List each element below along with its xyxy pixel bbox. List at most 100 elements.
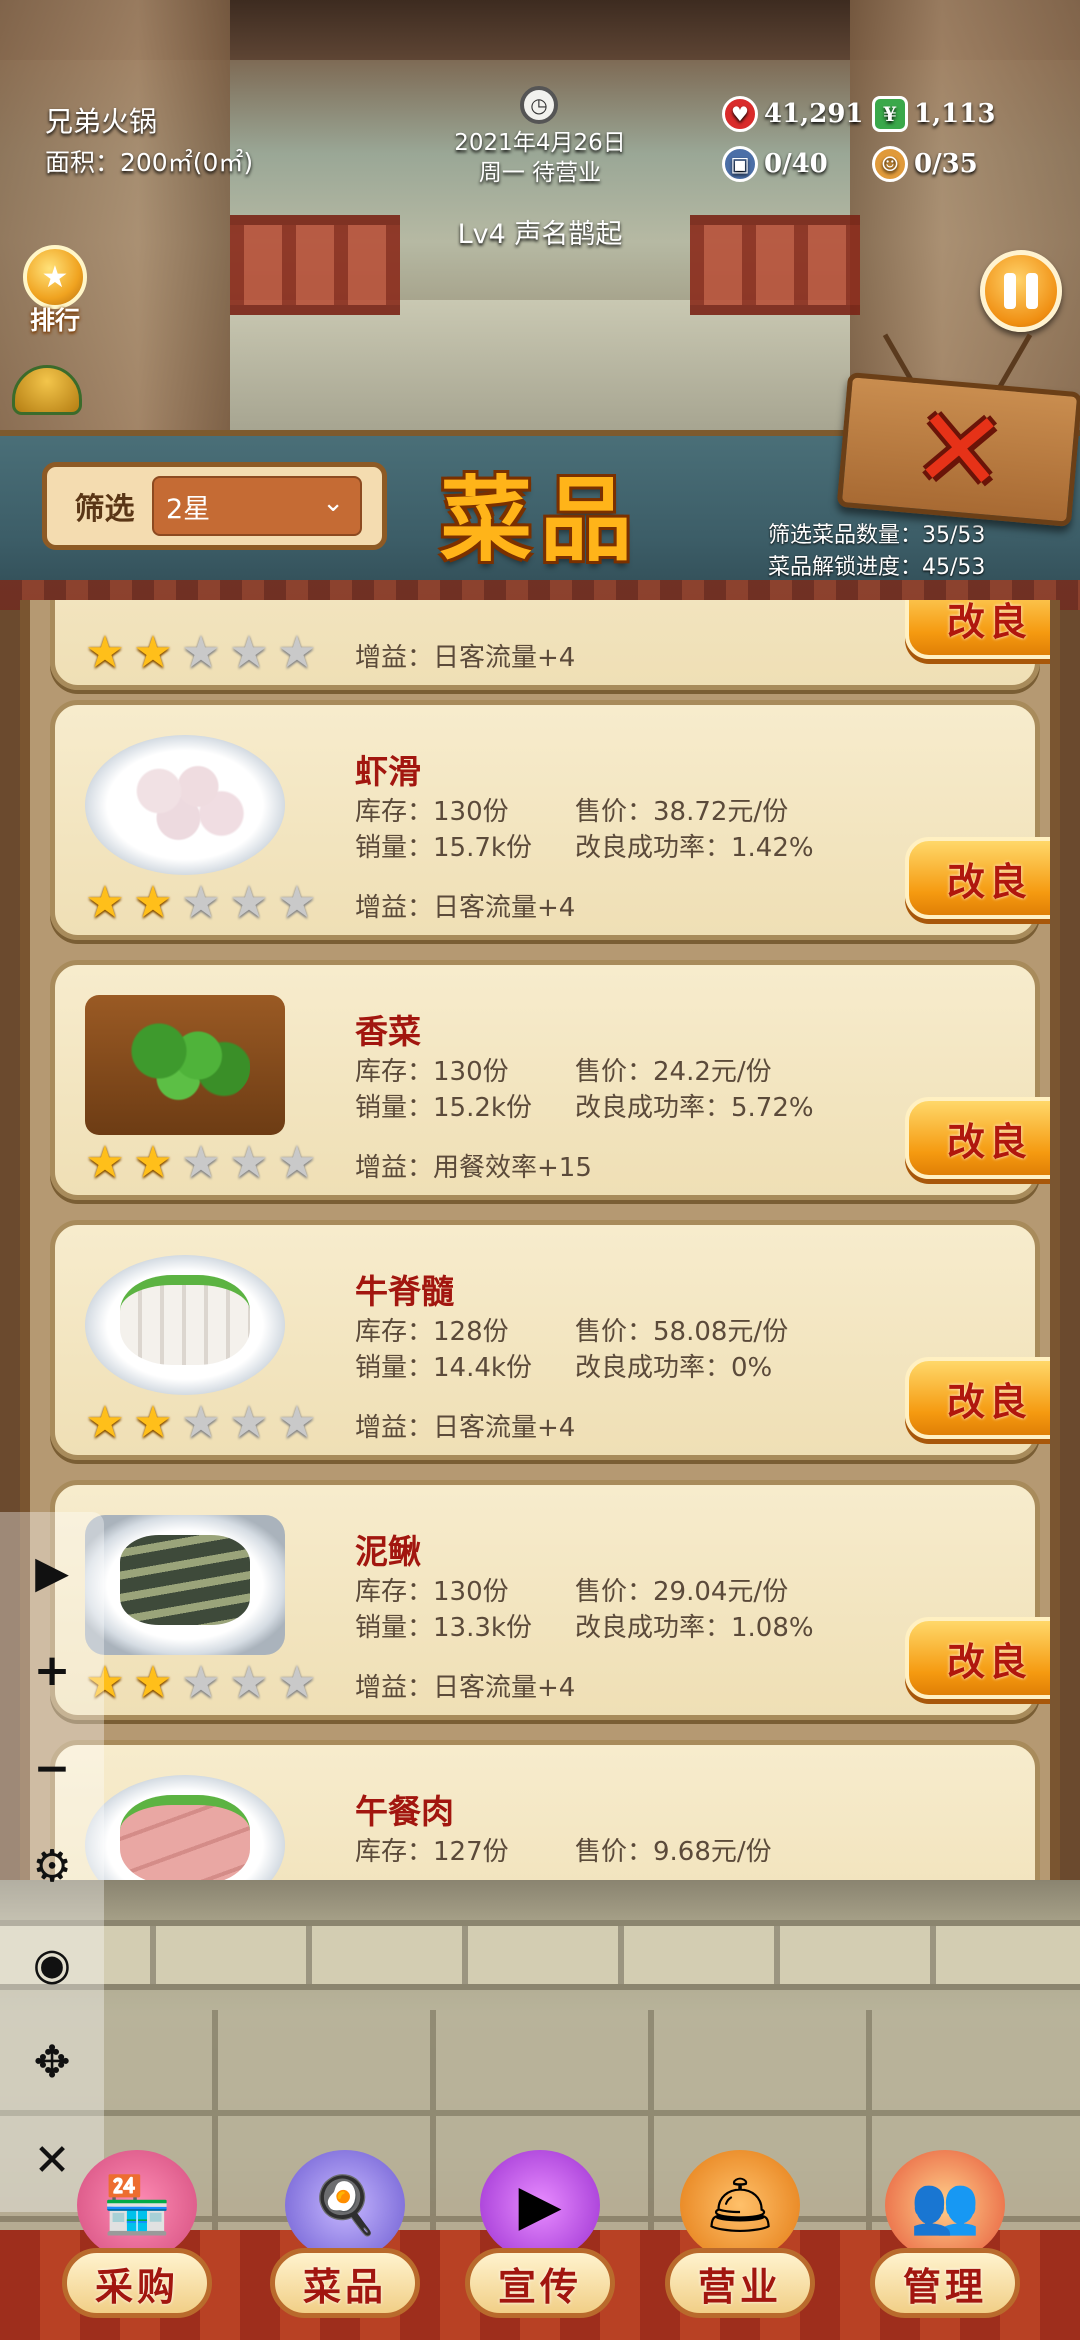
luncheon-meat-slices [120,1795,250,1880]
cash-value: 1,113 [914,99,996,129]
improve-button[interactable]: 改良 [905,1357,1050,1439]
star-filled-icon: ★ [133,1657,173,1708]
star-filter-select[interactable]: 2星 ⌄ [152,476,362,536]
dish-stock: 库存：128份 [355,1317,509,1347]
improve-rate: 改良成功率：0% [575,1353,773,1383]
storage-counter[interactable]: ▣ 0/40 [722,146,828,182]
improve-button[interactable]: 改良 [905,1097,1050,1179]
star-empty-icon: ★ [229,627,269,678]
star-empty-icon: ★ [181,1397,221,1448]
improve-button[interactable]: 改良 [905,600,1050,659]
nav-purchase[interactable]: 🏪 采购 [62,2150,212,2320]
ranking-button[interactable]: ★ 排行 [15,245,95,340]
dish-bonus: 增益：用餐效率+15 [355,1153,592,1183]
star-empty-icon: ★ [229,877,269,928]
pause-icon [1004,273,1016,309]
star-filled-icon: ★ [133,1397,173,1448]
plus-icon[interactable]: + [22,1640,82,1700]
star-empty-icon: ★ [181,627,221,678]
cash-counter[interactable]: ¥ 1,113 [872,96,995,132]
dish-list[interactable]: ★ ★ ★ ★ ★ 增益：日客流量+4 改良 ★ ★ ★ ★ ★ 虾滑 库存：1… [20,600,1060,1880]
hearts-counter[interactable]: ♥ 41,291 [722,96,864,132]
dish-price: 售价：9.68元/份 [575,1837,772,1867]
dish-price: 售价：24.2元/份 [575,1057,772,1087]
star-empty-icon: ★ [277,877,317,928]
dish-name: 香菜 [355,1012,421,1051]
storage-box-icon: ▣ [722,146,758,182]
dish-icon: 🍳 [285,2150,405,2260]
dish-stock: 库存：130份 [355,797,509,827]
improve-button[interactable]: 改良 [905,837,1050,919]
heart-icon: ♥ [722,96,758,132]
staff-icon: 👥 [885,2150,1005,2260]
right-wall [850,0,1080,430]
star-empty-icon: ★ [229,1657,269,1708]
dish-stock: 库存：127份 [355,1837,509,1867]
dish-bonus: 增益：日客流量+4 [355,1413,576,1443]
dish-price: 售价：58.08元/份 [575,1317,789,1347]
filter-value: 2星 [166,493,211,525]
close-button[interactable]: ✕ [836,372,1080,527]
filter-label: 筛选 [74,492,135,527]
star-empty-icon: ★ [181,1137,221,1188]
nav-label: 管理 [870,2248,1020,2318]
star-filled-icon: ★ [133,1137,173,1188]
dish-name: 泥鳅 [355,1532,421,1571]
pause-icon-bar [1026,273,1038,309]
star-filled-icon: ★ [85,1397,125,1448]
restaurant-area: 面积：200㎡(0㎡) [45,148,254,177]
improve-button[interactable]: 改良 [905,1617,1050,1699]
storage-value: 0/40 [764,149,828,179]
left-wall [0,0,230,430]
nav-label: 宣传 [465,2248,615,2318]
nav-dishes[interactable]: 🍳 菜品 [270,2150,420,2320]
star-filled-icon: ★ [85,877,125,928]
star-empty-icon: ★ [181,877,221,928]
ranking-label: 排行 [29,306,80,335]
star-empty-icon: ★ [277,1137,317,1188]
nav-business[interactable]: 🛎 营业 [665,2150,815,2320]
pause-button[interactable] [980,250,1062,332]
filtered-count: 筛选菜品数量：35/53 [768,523,986,548]
clock-icon: ◷ [520,86,558,124]
star-empty-icon: ★ [277,1657,317,1708]
star-empty-icon: ★ [277,1397,317,1448]
play-icon[interactable]: ▶ [22,1542,82,1602]
close-x-icon: ✕ [908,381,1011,518]
hearts-value: 41,291 [764,99,864,129]
dish-stock: 库存：130份 [355,1577,509,1607]
loach-fish [120,1535,250,1625]
dish-name: 虾滑 [355,752,421,791]
nav-label: 采购 [62,2248,212,2318]
shop-icon: 🏪 [77,2150,197,2260]
star-filled-icon: ★ [85,627,125,678]
star-filled-icon: ★ [133,627,173,678]
dish-stock: 库存：130份 [355,1057,509,1087]
dish-bonus: 增益：日客流量+4 [355,893,576,923]
weekday-status: 周一 待营业 [478,160,602,186]
coriander-leaves [120,1015,250,1105]
nav-management[interactable]: 👥 管理 [870,2150,1020,2320]
dish-card: ★ ★ ★ ★ ★ 泥鳅 库存：130份 售价：29.04元/份 销量：13.3… [50,1480,1050,1720]
star-empty-icon: ★ [277,627,317,678]
nav-promotion[interactable]: ▶ 宣传 [465,2150,615,2320]
railing-left [230,215,400,315]
railing-right [690,215,860,315]
dish-sales: 销量：14.4k份 [355,1353,532,1383]
cash-icon: ¥ [872,96,908,132]
star-rating: ★ ★ ★ ★ ★ [83,881,319,925]
filter-control: 筛选 2星 ⌄ [42,462,387,550]
move-icon[interactable]: ✥ [22,2032,82,2092]
date-display: 2021年4月26日 周一 待营业 [400,128,680,188]
star-filled-icon: ★ [133,877,173,928]
shrimp-paste-dish-image [85,735,285,875]
dish-bonus: 增益：日客流量+4 [355,1673,576,1703]
minus-icon[interactable]: − [22,1738,82,1798]
gear-icon[interactable]: ⚙ [22,1836,82,1896]
eye-icon[interactable]: ◉ [22,1934,82,1994]
nav-label: 营业 [665,2248,815,2318]
restaurant-name: 兄弟火锅 [45,105,158,138]
improve-rate: 改良成功率：1.08% [575,1613,814,1643]
staff-counter[interactable]: ☺ 0/35 [872,146,978,182]
star-empty-icon: ★ [229,1137,269,1188]
